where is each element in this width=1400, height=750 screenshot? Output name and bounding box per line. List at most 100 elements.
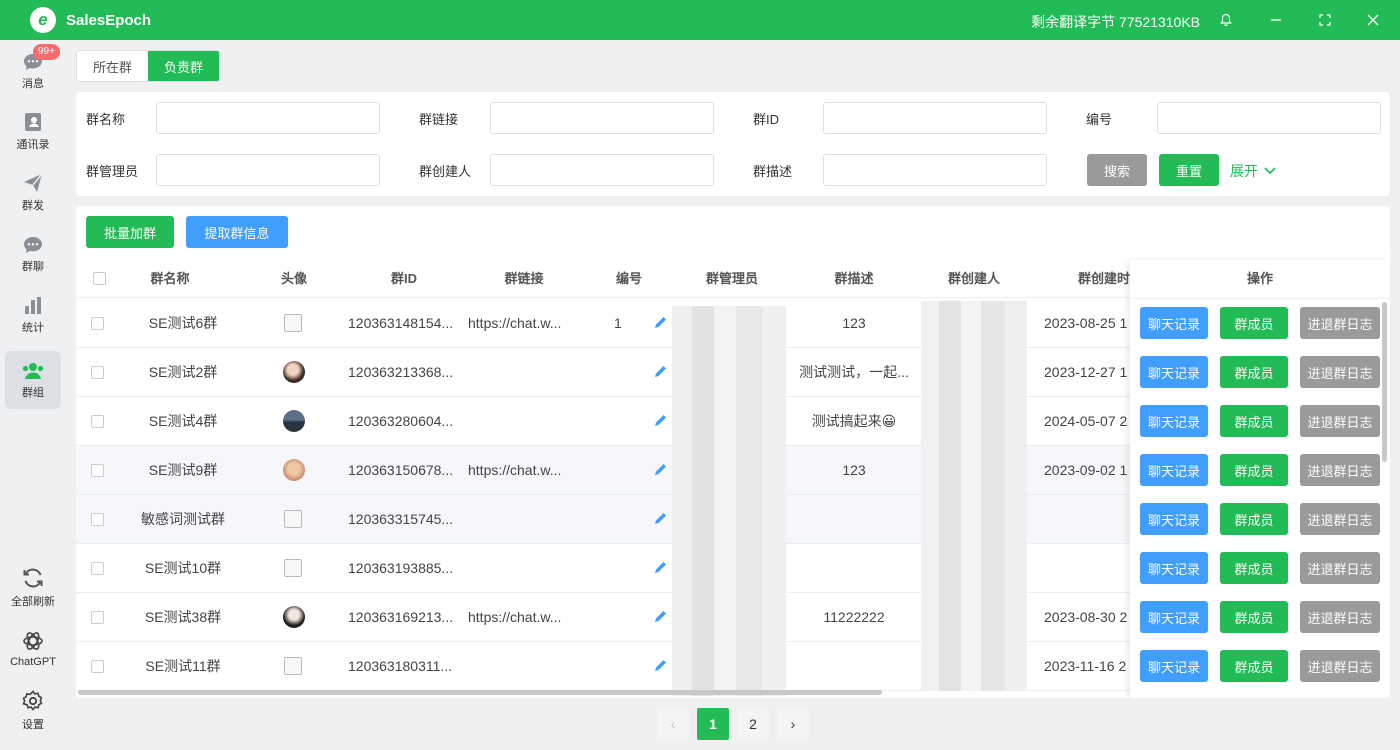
join-leave-log-button[interactable]: 进退群日志 bbox=[1300, 307, 1380, 339]
edit-pencil-icon[interactable] bbox=[653, 658, 668, 673]
group-members-button[interactable]: 群成员 bbox=[1220, 356, 1288, 388]
row-checkbox[interactable] bbox=[91, 415, 104, 428]
chat-history-button[interactable]: 聊天记录 bbox=[1140, 454, 1208, 486]
avatar bbox=[283, 606, 305, 628]
row-checkbox[interactable] bbox=[91, 513, 104, 526]
group-link-input[interactable] bbox=[490, 102, 714, 134]
page-1-button[interactable]: 1 bbox=[697, 708, 729, 740]
group-name: SE测试38群 bbox=[144, 609, 222, 625]
page-2-button[interactable]: 2 bbox=[737, 708, 769, 740]
join-leave-log-button[interactable]: 进退群日志 bbox=[1300, 405, 1380, 437]
chat-history-button[interactable]: 聊天记录 bbox=[1140, 307, 1208, 339]
fetch-group-info-button[interactable]: 提取群信息 bbox=[186, 216, 288, 248]
bell-icon[interactable] bbox=[1216, 10, 1236, 30]
group-members-button[interactable]: 群成员 bbox=[1220, 405, 1288, 437]
select-all-checkbox[interactable] bbox=[93, 272, 106, 285]
group-description: 测试测试，一起... bbox=[799, 364, 909, 380]
number-input[interactable] bbox=[1157, 102, 1381, 134]
sidebar-item-statistics[interactable]: 统计 bbox=[5, 286, 61, 344]
edit-pencil-icon[interactable] bbox=[653, 609, 668, 624]
col-operations: 操作 bbox=[1246, 271, 1273, 286]
group-name: SE测试2群 bbox=[148, 364, 218, 380]
group-members-button[interactable]: 群成员 bbox=[1220, 307, 1288, 339]
edit-pencil-icon[interactable] bbox=[653, 413, 668, 428]
group-members-button[interactable]: 群成员 bbox=[1220, 552, 1288, 584]
expand-toggle[interactable]: 展开 bbox=[1230, 161, 1277, 181]
group-creator-input[interactable] bbox=[490, 154, 714, 186]
group-id: 120363193885... bbox=[348, 560, 454, 576]
join-leave-log-button[interactable]: 进退群日志 bbox=[1300, 552, 1380, 584]
edit-pencil-icon[interactable] bbox=[653, 560, 668, 575]
sidebar-item-group-chat[interactable]: 群聊 bbox=[5, 225, 61, 283]
app-title: SalesEpoch bbox=[66, 11, 152, 29]
group-creator-label: 群创建人 bbox=[419, 164, 472, 179]
group-name-input[interactable] bbox=[156, 102, 380, 134]
batch-join-button[interactable]: 批量加群 bbox=[86, 216, 174, 248]
group-admin-input[interactable] bbox=[156, 154, 380, 186]
group-created-time: 2023-11-16 2 bbox=[1044, 658, 1127, 674]
group-link[interactable]: https://chat.w... bbox=[468, 593, 580, 642]
row-checkbox[interactable] bbox=[91, 317, 104, 330]
col-group-description: 群描述 bbox=[834, 271, 874, 286]
group-members-button[interactable]: 群成员 bbox=[1220, 601, 1288, 633]
reset-button[interactable]: 重置 bbox=[1159, 154, 1219, 186]
col-group-link: 群链接 bbox=[504, 271, 544, 286]
sidebar: 99+ 消息 通讯录 群发 群聊 统计 群组 全部刷新 ChatGPT 设置 bbox=[0, 40, 66, 750]
join-leave-log-button[interactable]: 进退群日志 bbox=[1300, 454, 1380, 486]
edit-pencil-icon[interactable] bbox=[653, 315, 668, 330]
prev-page-button[interactable]: ‹ bbox=[657, 708, 689, 740]
avatar-placeholder-icon bbox=[284, 314, 302, 332]
edit-pencil-icon[interactable] bbox=[653, 462, 668, 477]
sidebar-item-groups[interactable]: 群组 bbox=[5, 351, 61, 409]
sidebar-item-label: 统计 bbox=[22, 321, 44, 334]
sidebar-item-messages[interactable]: 99+ 消息 bbox=[5, 42, 61, 100]
maximize-icon[interactable] bbox=[1315, 10, 1335, 30]
group-id-input[interactable] bbox=[823, 102, 1047, 134]
vertical-scrollbar[interactable] bbox=[1382, 302, 1387, 462]
chat-history-button[interactable]: 聊天记录 bbox=[1140, 601, 1208, 633]
chat-history-button[interactable]: 聊天记录 bbox=[1140, 405, 1208, 437]
group-description: 11222222 bbox=[823, 609, 885, 625]
settings-button[interactable]: 设置 bbox=[5, 681, 61, 739]
chatgpt-button[interactable]: ChatGPT bbox=[5, 619, 61, 677]
edit-pencil-icon[interactable] bbox=[653, 364, 668, 379]
tab-joined-groups[interactable]: 所在群 bbox=[77, 51, 148, 81]
group-link[interactable]: https://chat.w... bbox=[468, 299, 580, 348]
sidebar-item-contacts[interactable]: 通讯录 bbox=[5, 102, 61, 160]
chat-history-button[interactable]: 聊天记录 bbox=[1140, 552, 1208, 584]
search-button[interactable]: 搜索 bbox=[1087, 154, 1147, 186]
join-leave-log-button[interactable]: 进退群日志 bbox=[1300, 503, 1380, 535]
group-created-time: 2023-08-25 1 bbox=[1044, 315, 1128, 331]
chat-history-button[interactable]: 聊天记录 bbox=[1140, 503, 1208, 535]
group-members-button[interactable]: 群成员 bbox=[1220, 650, 1288, 682]
minimize-icon[interactable] bbox=[1266, 10, 1286, 30]
group-members-button[interactable]: 群成员 bbox=[1220, 454, 1288, 486]
group-members-button[interactable]: 群成员 bbox=[1220, 503, 1288, 535]
horizontal-scrollbar[interactable] bbox=[78, 690, 882, 695]
join-leave-log-button[interactable]: 进退群日志 bbox=[1300, 650, 1380, 682]
avatar bbox=[283, 361, 305, 383]
row-checkbox[interactable] bbox=[91, 464, 104, 477]
join-leave-log-button[interactable]: 进退群日志 bbox=[1300, 601, 1380, 633]
group-id: 120363280604... bbox=[348, 413, 454, 429]
join-leave-log-button[interactable]: 进退群日志 bbox=[1300, 356, 1380, 388]
close-icon[interactable] bbox=[1363, 10, 1383, 30]
title-bar: e SalesEpoch 剩余翻译字节 77521310KB bbox=[0, 0, 1400, 40]
chat-history-button[interactable]: 聊天记录 bbox=[1140, 650, 1208, 682]
row-checkbox[interactable] bbox=[91, 562, 104, 575]
sidebar-item-broadcast[interactable]: 群发 bbox=[5, 163, 61, 221]
col-group-id: 群ID bbox=[390, 271, 417, 286]
row-checkbox[interactable] bbox=[91, 366, 104, 379]
next-page-button[interactable]: › bbox=[777, 708, 809, 740]
group-link[interactable]: https://chat.w... bbox=[468, 446, 580, 495]
group-description: 123 bbox=[842, 462, 866, 478]
sidebar-item-label: 设置 bbox=[22, 718, 44, 731]
group-description-input[interactable] bbox=[823, 154, 1047, 186]
settings-icon bbox=[22, 689, 43, 711]
edit-pencil-icon[interactable] bbox=[653, 511, 668, 526]
refresh-all-button[interactable]: 全部刷新 bbox=[5, 558, 61, 616]
chat-history-button[interactable]: 聊天记录 bbox=[1140, 356, 1208, 388]
row-checkbox[interactable] bbox=[91, 660, 104, 673]
tab-managed-groups[interactable]: 负责群 bbox=[148, 51, 220, 81]
row-checkbox[interactable] bbox=[91, 611, 104, 624]
